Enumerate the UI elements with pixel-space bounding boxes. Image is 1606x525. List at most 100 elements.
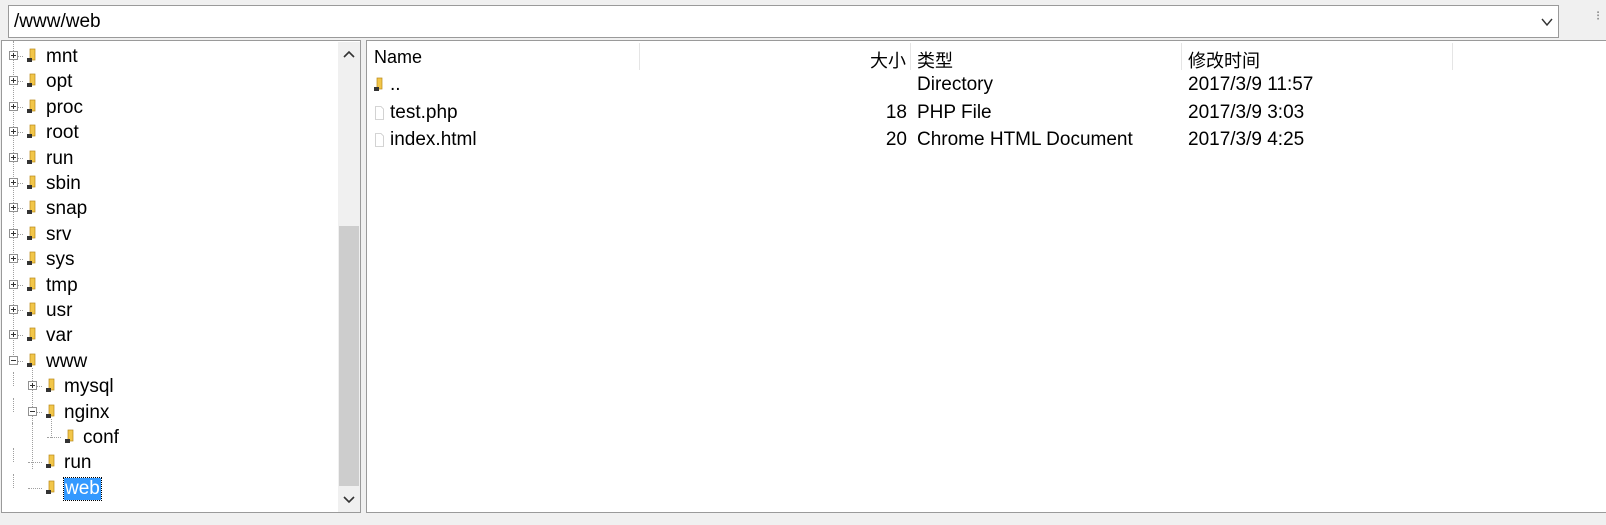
scrollbar-thumb[interactable]: [339, 226, 359, 486]
expand-plus-icon[interactable]: [9, 76, 18, 86]
tree-item-root[interactable]: root: [2, 121, 332, 145]
file-type: PHP File: [917, 101, 992, 123]
tree-item-usr[interactable]: usr: [2, 299, 332, 323]
folder-icon: [46, 378, 55, 393]
tree-item-sbin[interactable]: sbin: [2, 172, 332, 196]
panel-edge-control[interactable]: ⁝: [1596, 8, 1606, 36]
file-modified: 2017/3/9 3:03: [1188, 101, 1305, 123]
expand-plus-icon[interactable]: [9, 152, 18, 162]
column-divider[interactable]: [1452, 43, 1453, 70]
tree-item-var[interactable]: var: [2, 324, 332, 348]
tree-item-label: tmp: [46, 274, 78, 296]
tree-vertical-scrollbar[interactable]: [338, 42, 360, 512]
folder-icon: [27, 226, 36, 240]
remote-directory-tree[interactable]: mnt opt proc root run sbin snap srv sys tmp usr var…: [1, 40, 361, 513]
file-size: 20: [885, 129, 907, 150]
file-icon: [375, 133, 384, 147]
scroll-up-icon[interactable]: [338, 44, 360, 66]
tree-item-label: run: [46, 147, 74, 169]
file-type: Chrome HTML Document: [917, 129, 1133, 150]
file-type: Directory: [917, 74, 994, 95]
file-size: 18: [885, 101, 907, 123]
column-header-modified[interactable]: 修改时间: [1182, 43, 1452, 71]
expand-plus-icon[interactable]: [9, 228, 18, 238]
tree-item-run[interactable]: run: [2, 147, 332, 171]
tree-item-nginx[interactable]: nginx: [2, 401, 332, 425]
expand-plus-icon[interactable]: [9, 51, 18, 60]
collapse-minus-icon[interactable]: [28, 406, 37, 416]
file-name: index.html: [390, 129, 477, 150]
tree-item-conf[interactable]: conf: [2, 426, 332, 450]
tree-item-mysql[interactable]: mysql: [2, 375, 332, 399]
folder-icon: [27, 328, 36, 342]
column-header-size[interactable]: 大小: [640, 43, 910, 71]
tree-item-label: run: [64, 452, 92, 474]
folder-icon: [27, 150, 36, 164]
remote-file-list[interactable]: Name 大小 类型 修改时间 .. Directory 2017/3/9 11:5…: [366, 40, 1606, 513]
folder-icon: [46, 480, 55, 494]
tree-item-proc[interactable]: proc: [2, 96, 332, 120]
expand-plus-icon[interactable]: [9, 127, 18, 137]
tree-item-label: mysql: [64, 376, 114, 398]
tree-item-run[interactable]: run: [2, 451, 332, 475]
column-header-name[interactable]: Name: [367, 43, 639, 70]
tree-item-label: root: [46, 122, 79, 144]
tree-item-label: opt: [46, 71, 73, 93]
tree-item-tmp[interactable]: tmp: [2, 274, 332, 298]
file-name: test.php: [390, 101, 458, 123]
remote-path-input[interactable]: /www/web: [14, 11, 101, 33]
remote-path-combobox[interactable]: /www/web: [8, 5, 1559, 38]
expand-plus-icon[interactable]: [9, 279, 18, 289]
tree-item-srv[interactable]: srv: [2, 223, 332, 247]
folder-icon: [27, 48, 36, 62]
folder-icon: [374, 77, 383, 91]
tree-item-label: usr: [46, 300, 73, 321]
folder-icon: [65, 429, 74, 443]
file-row[interactable]: .. Directory 2017/3/9 11:57: [367, 72, 1606, 99]
tree-item-label: mnt: [46, 46, 78, 67]
folder-icon: [27, 277, 36, 291]
folder-icon: [27, 353, 36, 367]
column-header-type-label: 类型: [917, 51, 953, 71]
tree-item-label: conf: [83, 427, 119, 448]
file-modified: 2017/3/9 11:57: [1188, 74, 1314, 95]
tree-item-mnt[interactable]: mnt: [2, 45, 332, 69]
tree-item-www[interactable]: www: [2, 350, 332, 374]
folder-icon: [27, 99, 36, 113]
file-row[interactable]: index.html 20 Chrome HTML Document 2017/3/9…: [367, 127, 1606, 154]
expand-plus-icon[interactable]: [9, 330, 18, 340]
chevron-down-icon[interactable]: [1540, 15, 1554, 29]
tree-item-label: proc: [46, 96, 83, 118]
tree-item-label: sbin: [46, 173, 81, 194]
column-header-type[interactable]: 类型: [911, 43, 1181, 71]
folder-icon: [27, 302, 36, 316]
tree-item-sys[interactable]: sys: [2, 248, 332, 272]
expand-plus-icon[interactable]: [9, 305, 18, 314]
tree-item-snap[interactable]: snap: [2, 197, 332, 221]
tree-item-label: web: [63, 476, 102, 501]
folder-icon: [27, 124, 36, 139]
collapse-minus-icon[interactable]: [9, 355, 18, 365]
tree-item-label: sys: [46, 249, 75, 271]
file-row[interactable]: test.php 18 PHP File 2017/3/9 3:03: [367, 100, 1606, 127]
file-modified: 2017/3/9 4:25: [1188, 129, 1305, 150]
column-header-modified-label: 修改时间: [1188, 51, 1260, 71]
expand-plus-icon[interactable]: [9, 254, 18, 264]
column-header-name-label: Name: [374, 47, 423, 67]
tree-item-label: snap: [46, 198, 88, 220]
tree-item-web[interactable]: web: [2, 476, 332, 501]
tree-item-label: var: [46, 325, 73, 347]
expand-plus-icon[interactable]: [9, 203, 18, 213]
expand-plus-icon[interactable]: [9, 178, 18, 187]
scroll-down-icon[interactable]: [338, 488, 360, 510]
expand-plus-icon[interactable]: [9, 101, 18, 111]
folder-icon: [27, 201, 36, 215]
tree-item-label: srv: [46, 223, 72, 245]
folder-icon: [27, 251, 36, 266]
tree-item-opt[interactable]: opt: [2, 70, 332, 94]
expand-plus-icon[interactable]: [28, 381, 37, 391]
file-icon: [375, 105, 384, 120]
tree-item-label: nginx: [64, 401, 110, 423]
file-name: ..: [390, 74, 401, 95]
column-header-size-label: 大小: [870, 51, 906, 71]
